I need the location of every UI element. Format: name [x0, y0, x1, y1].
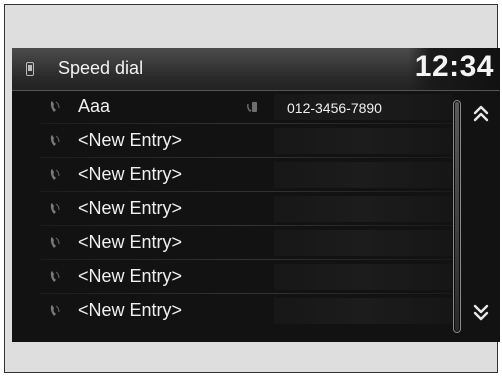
speed-dial-new-entry[interactable]: <New Entry> [12, 192, 452, 226]
phone-icon [26, 62, 34, 76]
audio-display-screen: Speed dial 12:34 Aaa 012-3456-7890 <New … [12, 48, 500, 342]
handset-icon [50, 305, 60, 316]
number-cell [274, 128, 452, 154]
number-cell [274, 196, 452, 222]
number-cell [274, 298, 452, 324]
clock-panel: 12:34 [408, 48, 500, 90]
entry-label: <New Entry> [78, 198, 183, 218]
scrollbar-thumb[interactable] [455, 102, 459, 331]
number-cell [274, 264, 452, 290]
entry-label: <New Entry> [78, 164, 183, 184]
speed-dial-entry-aaa[interactable]: Aaa 012-3456-7890 [12, 90, 452, 124]
double-chevron-up-icon[interactable] [469, 102, 493, 128]
clock: 12:34 [414, 50, 494, 83]
entry-label: <New Entry> [78, 300, 183, 320]
entry-label: <New Entry> [78, 130, 183, 150]
speed-dial-new-entry[interactable]: <New Entry> [12, 124, 452, 158]
speed-dial-new-entry[interactable]: <New Entry> [12, 226, 452, 260]
entry-number: 012-3456-7890 [287, 100, 382, 116]
header-bar: Speed dial 12:34 [12, 48, 500, 91]
speed-dial-new-entry[interactable]: <New Entry> [12, 294, 452, 328]
handset-icon [50, 237, 60, 248]
speed-dial-new-entry[interactable]: <New Entry> [12, 158, 452, 192]
handset-icon [50, 135, 60, 146]
handset-icon [50, 101, 60, 112]
screen-title: Speed dial [58, 58, 144, 78]
mobile-phone-icon [247, 102, 257, 112]
speed-dial-list: Aaa 012-3456-7890 <New Entry> <New Entry… [12, 90, 452, 342]
entry-label: <New Entry> [78, 266, 183, 286]
handset-icon [50, 169, 60, 180]
number-cell [274, 230, 452, 256]
scrollbar[interactable] [453, 100, 461, 333]
speed-dial-new-entry[interactable]: <New Entry> [12, 260, 452, 294]
handset-icon [50, 271, 60, 282]
double-chevron-down-icon[interactable] [469, 298, 493, 324]
handset-icon [50, 203, 60, 214]
entry-label: Aaa [78, 96, 111, 116]
number-cell [274, 162, 452, 188]
entry-label: <New Entry> [78, 232, 183, 252]
